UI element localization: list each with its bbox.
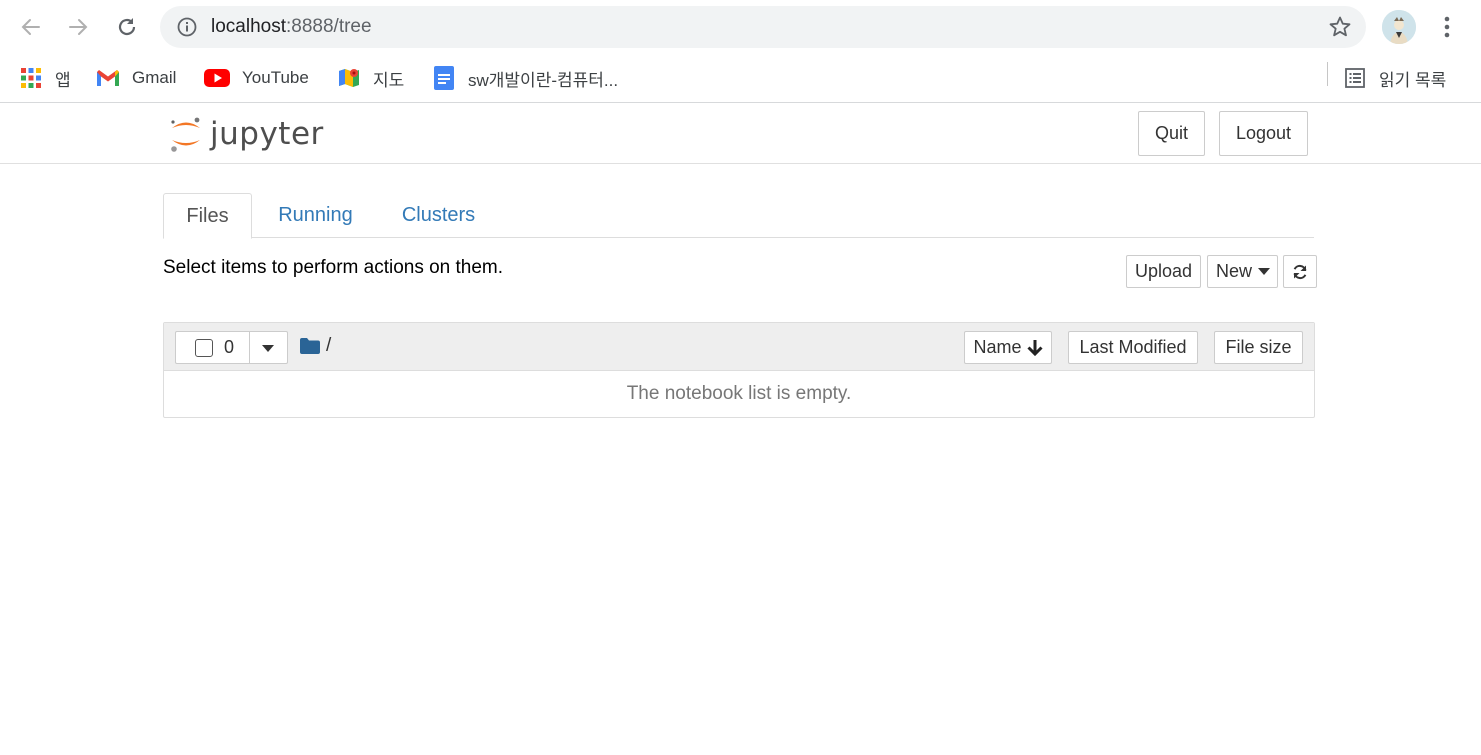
jupyter-header: jupyter Quit Logout xyxy=(0,103,1481,164)
logout-button[interactable]: Logout xyxy=(1219,111,1308,156)
select-all-group: 0 xyxy=(175,331,288,364)
docs-icon xyxy=(432,66,456,90)
url-host: localhost xyxy=(211,16,286,37)
reload-button[interactable] xyxy=(111,11,143,43)
url-path: :8888/tree xyxy=(286,16,372,37)
tab-running[interactable]: Running xyxy=(261,193,370,238)
back-button[interactable] xyxy=(15,11,47,43)
new-button[interactable]: New xyxy=(1207,255,1278,288)
bookmark-label: 지도 xyxy=(373,70,405,90)
avatar-icon xyxy=(1382,10,1416,44)
upload-button[interactable]: Upload xyxy=(1126,255,1201,288)
caret-down-icon xyxy=(1258,268,1271,275)
address-bar[interactable]: localhost:8888/tree xyxy=(160,6,1366,48)
sort-name-button[interactable]: Name xyxy=(964,331,1052,364)
tab-files[interactable]: Files xyxy=(163,193,252,239)
bookmark-label: sw개발이란-컴퓨터... xyxy=(468,70,619,90)
refresh-button[interactable] xyxy=(1283,255,1317,288)
bookmark-maps[interactable]: 지도 xyxy=(337,63,404,93)
sort-size-button[interactable]: File size xyxy=(1214,331,1303,364)
bookmark-gmail[interactable]: Gmail xyxy=(96,63,176,93)
folder-icon[interactable] xyxy=(300,338,320,354)
browser-menu-button[interactable] xyxy=(1435,14,1459,40)
apps-grid-icon xyxy=(19,66,43,90)
forward-arrow-icon xyxy=(69,19,88,35)
empty-list-message: The notebook list is empty. xyxy=(626,383,852,404)
reading-list-button[interactable]: 읽기 목록 xyxy=(1343,63,1446,93)
notebook-list: 0 / Name Last Modified File size The not… xyxy=(163,322,1315,418)
bookmark-label: YouTube xyxy=(242,68,309,87)
new-button-label: New xyxy=(1216,261,1253,281)
maps-icon xyxy=(337,66,361,90)
url-text[interactable]: localhost:8888/tree xyxy=(211,16,372,38)
gmail-icon xyxy=(96,66,120,90)
quit-button[interactable]: Quit xyxy=(1138,111,1205,156)
selection-hint: Select items to perform actions on them. xyxy=(163,257,504,278)
tab-clusters[interactable]: Clusters xyxy=(387,193,490,238)
select-dropdown-caret-icon[interactable] xyxy=(262,345,274,352)
info-icon[interactable] xyxy=(177,17,197,37)
bookmark-docs[interactable]: sw개발이란-컴퓨터... xyxy=(432,63,618,93)
youtube-icon xyxy=(204,66,230,90)
jupyter-logo-icon xyxy=(171,117,200,152)
bookmark-youtube[interactable]: YouTube xyxy=(204,63,309,93)
browser-toolbar: localhost:8888/tree xyxy=(0,0,1481,54)
refresh-icon xyxy=(1293,264,1307,279)
breadcrumb-root[interactable]: / xyxy=(326,335,331,357)
bookmark-label: Gmail xyxy=(132,68,177,87)
more-vert-icon xyxy=(1444,16,1450,38)
bookmarks-separator xyxy=(1327,62,1328,86)
arrow-down-icon xyxy=(1026,340,1043,356)
sort-modified-button[interactable]: Last Modified xyxy=(1068,331,1198,364)
back-arrow-icon xyxy=(21,19,40,35)
jupyter-logo[interactable]: jupyter xyxy=(168,112,324,156)
reading-list-label: 읽기 목록 xyxy=(1379,70,1447,90)
profile-avatar[interactable] xyxy=(1382,10,1416,44)
reading-list-icon xyxy=(1343,66,1367,90)
bookmark-label: 앱 xyxy=(55,70,71,90)
select-divider xyxy=(249,332,250,363)
selected-count: 0 xyxy=(224,337,235,357)
star-icon[interactable] xyxy=(1328,15,1352,39)
sort-name-label: Name xyxy=(973,337,1022,357)
tab-bar: Files Running Clusters xyxy=(163,193,1314,239)
reload-icon xyxy=(118,18,136,36)
breadcrumb: / xyxy=(300,335,331,357)
jupyter-logo-text: jupyter xyxy=(210,116,324,152)
bookmarks-bar: 앱 Gmail YouTube 지도 sw개발이란-컴퓨터... 읽기 목록 xyxy=(0,54,1481,102)
forward-button[interactable] xyxy=(62,11,94,43)
select-all-checkbox[interactable] xyxy=(195,339,213,357)
notebook-list-header: 0 / Name Last Modified File size xyxy=(164,323,1314,371)
bookmark-apps[interactable]: 앱 xyxy=(19,63,71,93)
